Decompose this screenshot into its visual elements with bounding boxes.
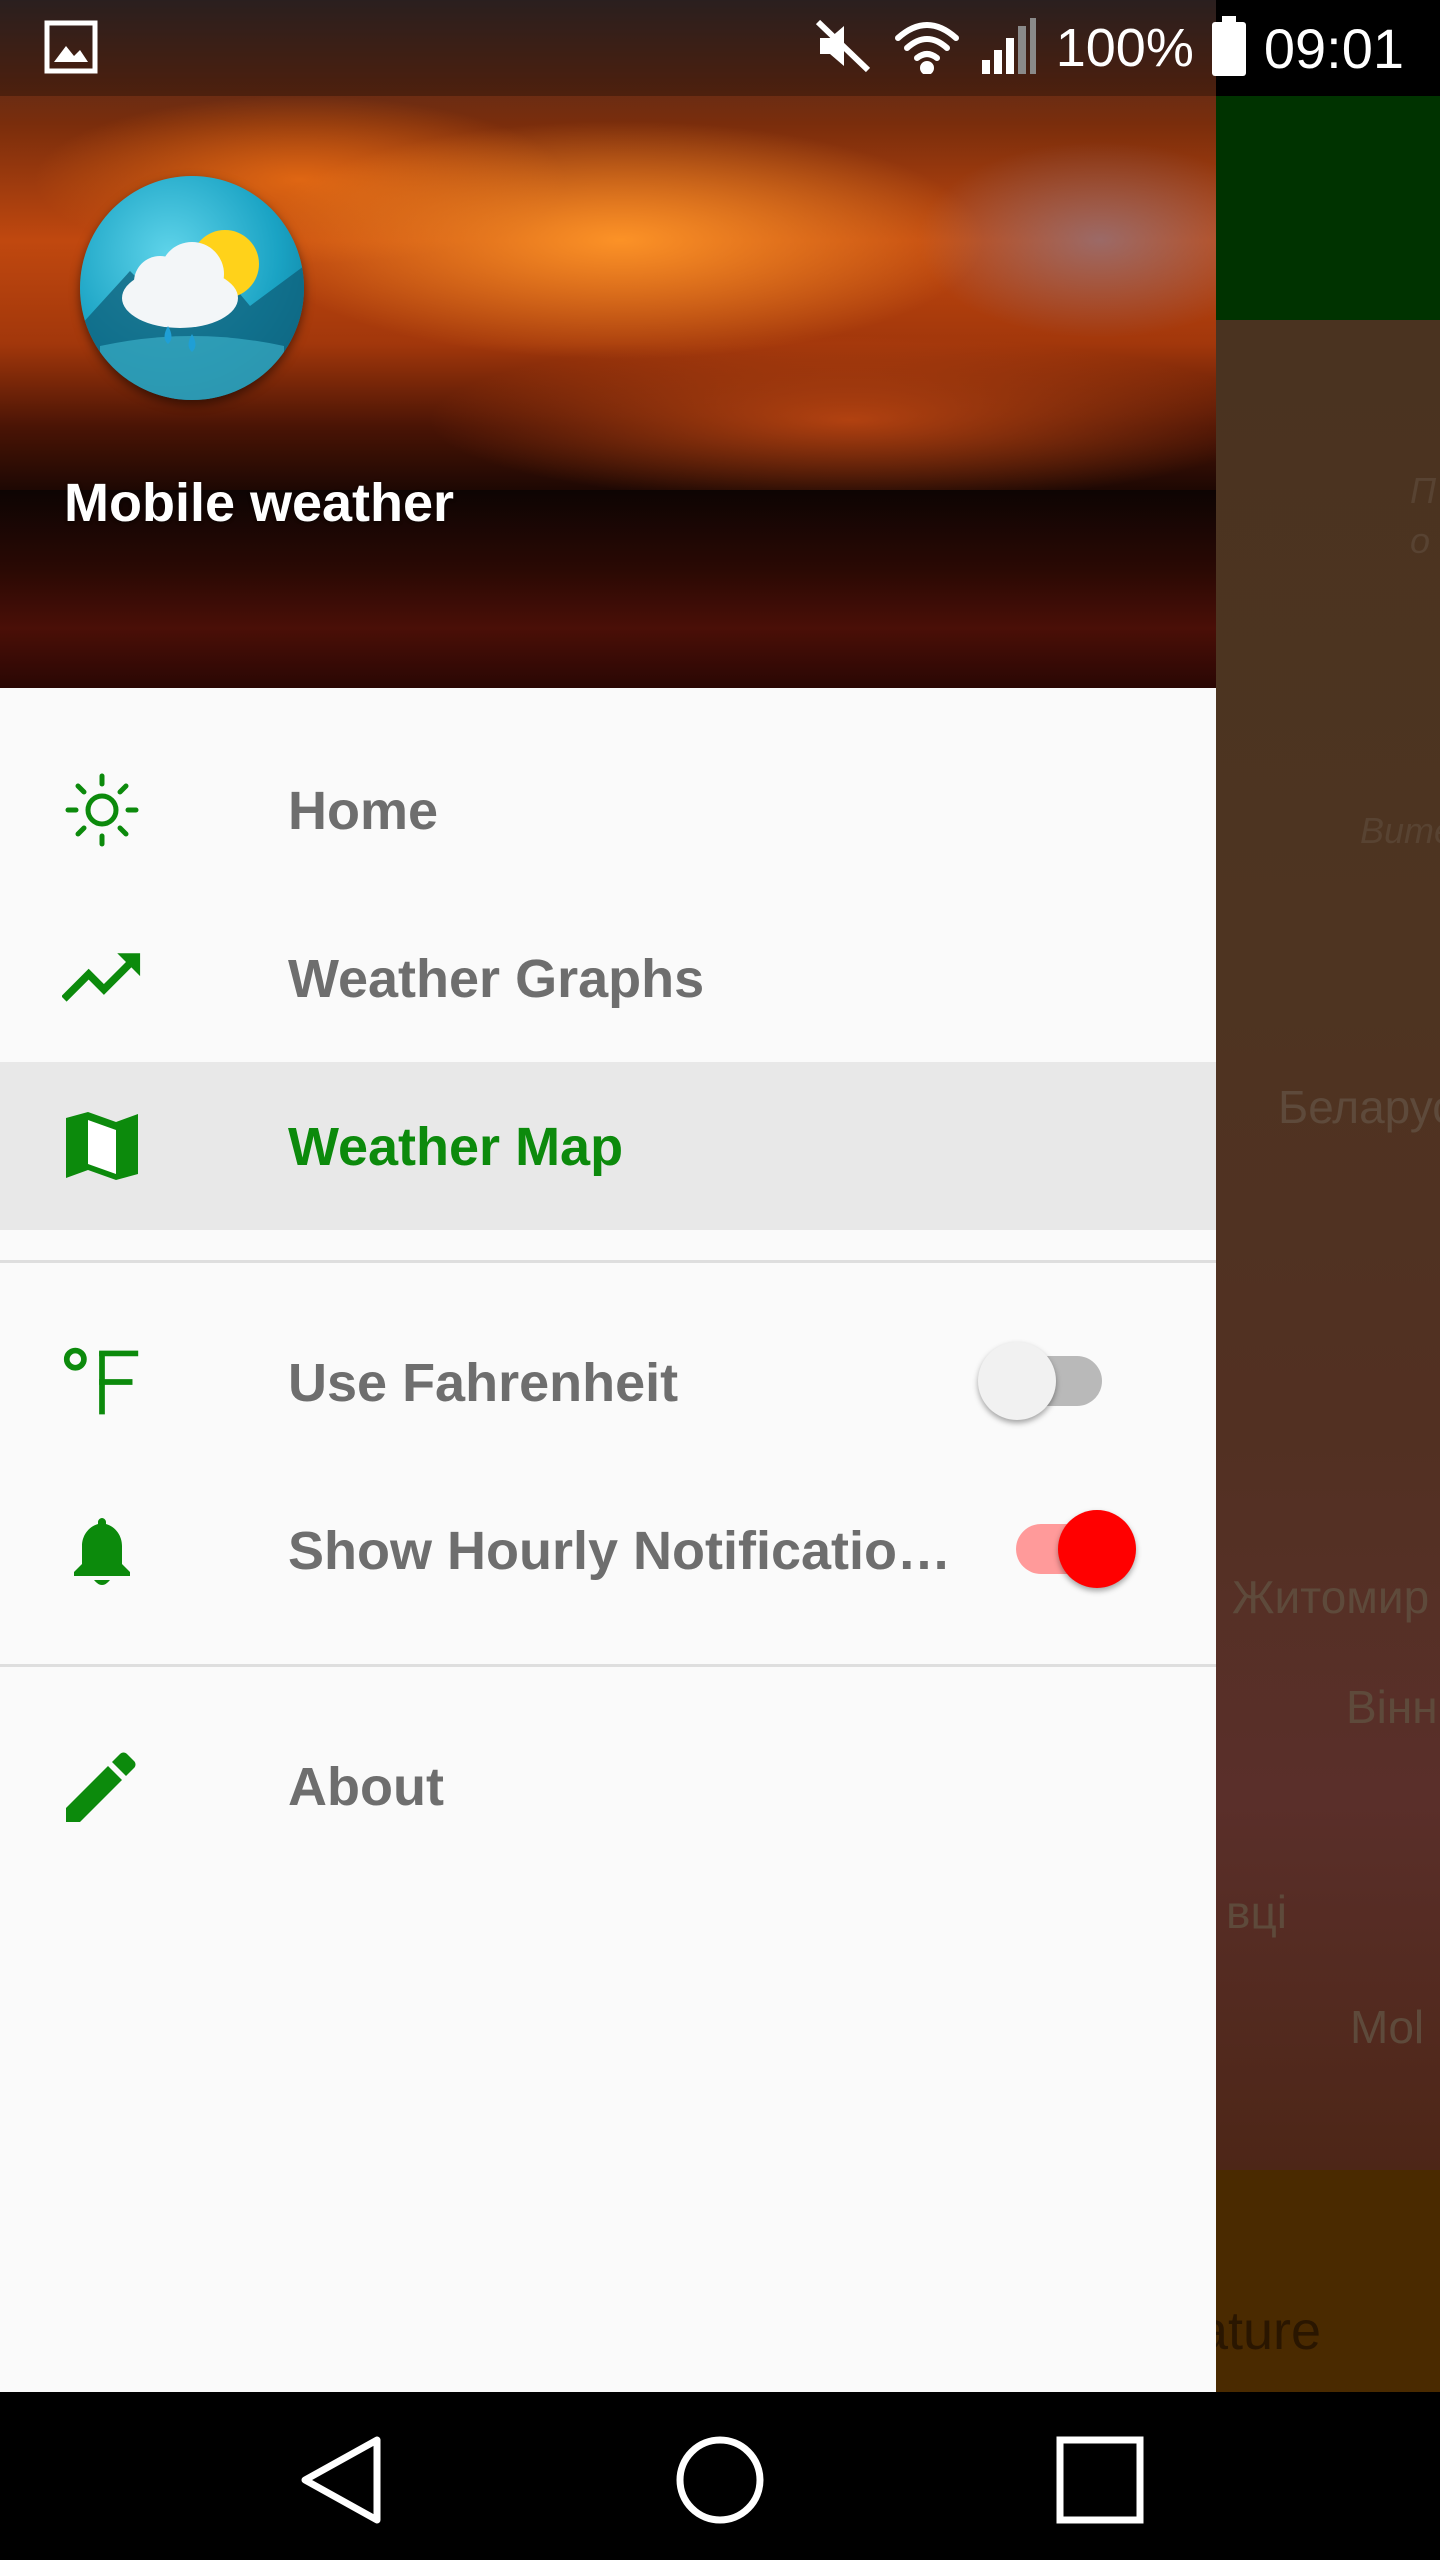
system-navigation-bar — [0, 2392, 1440, 2560]
map-label: П — [1410, 470, 1437, 511]
bell-icon — [62, 1512, 142, 1588]
map-label: вці — [1226, 1886, 1288, 1938]
map-label: Житомир — [1232, 1571, 1430, 1623]
home-icon[interactable] — [670, 2430, 770, 2530]
battery-icon — [1211, 15, 1246, 81]
divider — [0, 1664, 1216, 1667]
back-icon[interactable] — [292, 2430, 392, 2530]
divider — [0, 1260, 1216, 1263]
fahrenheit-toggle[interactable] — [978, 1340, 1108, 1420]
mute-icon — [814, 18, 874, 79]
battery-percent: 100% — [1055, 18, 1194, 78]
weather-app-logo-icon — [80, 176, 304, 400]
menu-item-label: About — [288, 1757, 444, 1817]
pencil-icon — [62, 1748, 142, 1824]
menu-item-label: Weather Map — [288, 1117, 624, 1177]
menu-item-weather-graphs[interactable]: Weather Graphs — [0, 894, 1216, 1062]
toggle-thumb — [1058, 1510, 1136, 1588]
trending-up-icon — [62, 940, 142, 1016]
status-icons: 100% 09:01 — [814, 12, 1404, 84]
map-label: Беларусь — [1278, 1081, 1440, 1133]
app-name: Mobile weather — [64, 473, 455, 533]
menu-item-label: Weather Graphs — [288, 949, 705, 1009]
hourly-notification-toggle[interactable] — [1006, 1508, 1136, 1588]
setting-show-hourly-notification[interactable]: Show Hourly Notificatio… — [0, 1466, 1216, 1634]
setting-label: Use Fahrenheit — [288, 1353, 679, 1413]
clock: 09:01 — [1263, 16, 1404, 80]
menu-item-about[interactable]: About — [0, 1702, 1216, 1870]
map-label: Вінн — [1346, 1681, 1438, 1733]
map-label: о — [1410, 520, 1431, 561]
cell-signal-icon — [980, 16, 1038, 81]
menu-item-weather-map[interactable]: Weather Map — [0, 1062, 1216, 1230]
map-icon — [62, 1108, 142, 1184]
fahrenheit-icon — [62, 1344, 142, 1420]
navigation-drawer: Mobile weather Home Weather Graphs Weath… — [0, 0, 1216, 2392]
drawer-header: Mobile weather — [0, 0, 1216, 688]
gallery-icon — [44, 20, 98, 74]
recents-icon[interactable] — [1050, 2430, 1150, 2530]
status-bar: 100% 09:01 — [0, 0, 1440, 96]
map-label: Mol — [1350, 2001, 1425, 2053]
wifi-icon — [892, 18, 962, 79]
menu-item-label: Home — [288, 781, 439, 841]
menu-item-home[interactable]: Home — [0, 726, 1216, 894]
map-label: Витебская обл. — [1360, 810, 1440, 851]
sun-icon — [62, 772, 142, 848]
setting-use-fahrenheit[interactable]: Use Fahrenheit — [0, 1298, 1216, 1466]
toggle-thumb — [978, 1342, 1056, 1420]
setting-label: Show Hourly Notificatio… — [288, 1521, 952, 1581]
